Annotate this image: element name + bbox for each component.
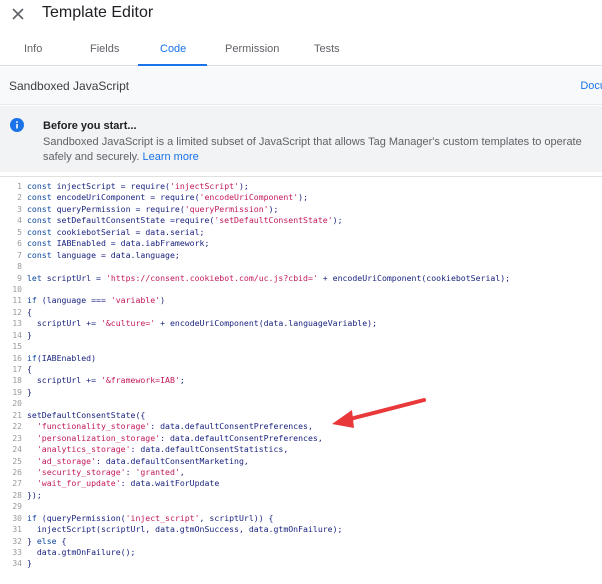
code-line: scriptUrl += '&framework=IAB'; [27, 375, 185, 386]
code-line: const IABEnabled = data.iabFramework; [27, 238, 210, 249]
line-number: 18 [12, 376, 22, 386]
line-number: 8 [17, 262, 22, 272]
code-line: if (language === 'variable') [27, 295, 166, 306]
code-line: scriptUrl += '&culture=' + encodeUriComp… [27, 318, 378, 329]
code-line: } [27, 329, 32, 340]
tab-code[interactable]: Code [160, 43, 186, 55]
code-line: }); [27, 489, 42, 500]
info-icon [10, 118, 24, 132]
code-line: setDefaultConsentState({ [27, 409, 146, 420]
code-line: const injectScript = require('injectScri… [27, 181, 249, 191]
line-number: 24 [12, 445, 22, 455]
code-line: { [27, 306, 32, 317]
learn-more-link[interactable]: Learn more [142, 151, 198, 163]
tab-tests[interactable]: Tests [314, 43, 340, 55]
line-number: 11 [12, 296, 22, 306]
line-number: 14 [12, 330, 22, 340]
code-line: 'security_storage': 'granted', [36, 466, 185, 477]
code-line: let scriptUrl = 'https://consent.cookieb… [27, 272, 511, 283]
section-title: Sandboxed JavaScript [9, 79, 130, 93]
line-number: 19 [12, 387, 22, 397]
code-line: const cookiebotSerial = data.serial; [27, 226, 205, 237]
tab-bar: Info Fields Code Permission Tests [0, 36, 602, 66]
line-number: 34 [12, 559, 22, 569]
line-number: 7 [17, 250, 22, 260]
code-area[interactable]: const injectScript = require('injectScri… [27, 181, 510, 570]
line-number: 28 [12, 490, 22, 500]
line-number: 10 [12, 284, 22, 294]
line-number: 16 [12, 353, 22, 363]
info-heading: Before you start... [43, 120, 137, 132]
line-number: 33 [12, 548, 22, 557]
line-number: 2 [17, 193, 22, 203]
code-editor[interactable]: 1 2 3 4 5 6 7 8 9 10 11 12 13 14 15 16 17 18 19 20 21 22 23 24 2… [0, 176, 602, 584]
code-line: const language = data.language; [27, 249, 180, 260]
line-number: 27 [12, 479, 22, 489]
info-body: Sandboxed JavaScript is a limited subset… [43, 136, 582, 163]
code-line: } else { [27, 535, 67, 546]
code-line: if (queryPermission('inject_script', scr… [27, 512, 274, 523]
tab-permission[interactable]: Permission [225, 43, 279, 55]
code-line: const encodeUriComponent = require('enco… [27, 192, 308, 203]
active-tab-indicator [138, 64, 207, 66]
code-line: 'analytics_storage': data.defaultConsent… [36, 444, 289, 455]
code-line: 'personalization_storage': data.defaultC… [36, 432, 323, 443]
code-line: 'functionality_storage': data.defaultCon… [36, 421, 313, 432]
info-banner: Before you start... Sandboxed JavaScript… [0, 106, 602, 172]
line-number: 29 [12, 502, 22, 512]
line-number: 25 [12, 456, 22, 466]
line-number: 12 [12, 307, 22, 317]
code-line: const queryPermission = require('queryPe… [27, 203, 279, 214]
section-header: Sandboxed JavaScript Docu [0, 67, 602, 105]
tab-info[interactable]: Info [24, 43, 42, 55]
window-title: Template Editor [42, 4, 154, 21]
line-number: 4 [17, 216, 22, 226]
code-line: } [27, 386, 32, 397]
line-number: 1 [17, 182, 22, 191]
code-line: } [27, 558, 32, 569]
code-line: if(IABEnabled) [27, 352, 97, 363]
line-number: 13 [12, 319, 22, 329]
info-text: Sandboxed JavaScript is a limited subset… [43, 135, 593, 165]
line-number-gutter: 1 2 3 4 5 6 7 8 9 10 11 12 13 14 15 16 17 18 19 20 21 22 23 24 2… [0, 181, 22, 570]
line-number: 3 [17, 204, 22, 214]
line-number: 6 [17, 239, 22, 249]
line-number: 26 [12, 467, 22, 477]
close-icon [12, 8, 24, 20]
line-number: 31 [12, 525, 22, 535]
line-number: 5 [17, 227, 22, 237]
line-number: 32 [12, 536, 22, 546]
documentation-link[interactable]: Docu [580, 80, 602, 92]
tab-fields[interactable]: Fields [90, 43, 119, 55]
line-number: 15 [12, 342, 22, 352]
line-number: 21 [12, 410, 22, 420]
code-line: { [27, 364, 32, 374]
code-line: 'wait_for_update': data.waitForUpdate [36, 478, 220, 489]
line-number: 9 [17, 273, 22, 283]
title-bar: Template Editor [0, 0, 602, 30]
close-button[interactable] [8, 4, 28, 24]
line-number: 22 [12, 422, 22, 432]
line-number: 30 [12, 513, 22, 523]
code-line: const setDefaultConsentState =require('s… [27, 215, 343, 226]
code-line: injectScript(scriptUrl, data.gtmOnSucces… [27, 524, 343, 535]
annotation-arrow-icon [332, 398, 426, 428]
line-number: 17 [12, 365, 22, 374]
line-number: 23 [12, 433, 22, 443]
code-line: 'ad_storage': data.defaultConsentMarketi… [36, 455, 249, 466]
code-line: data.gtmOnFailure(); [27, 547, 136, 557]
line-number: 20 [12, 399, 22, 409]
